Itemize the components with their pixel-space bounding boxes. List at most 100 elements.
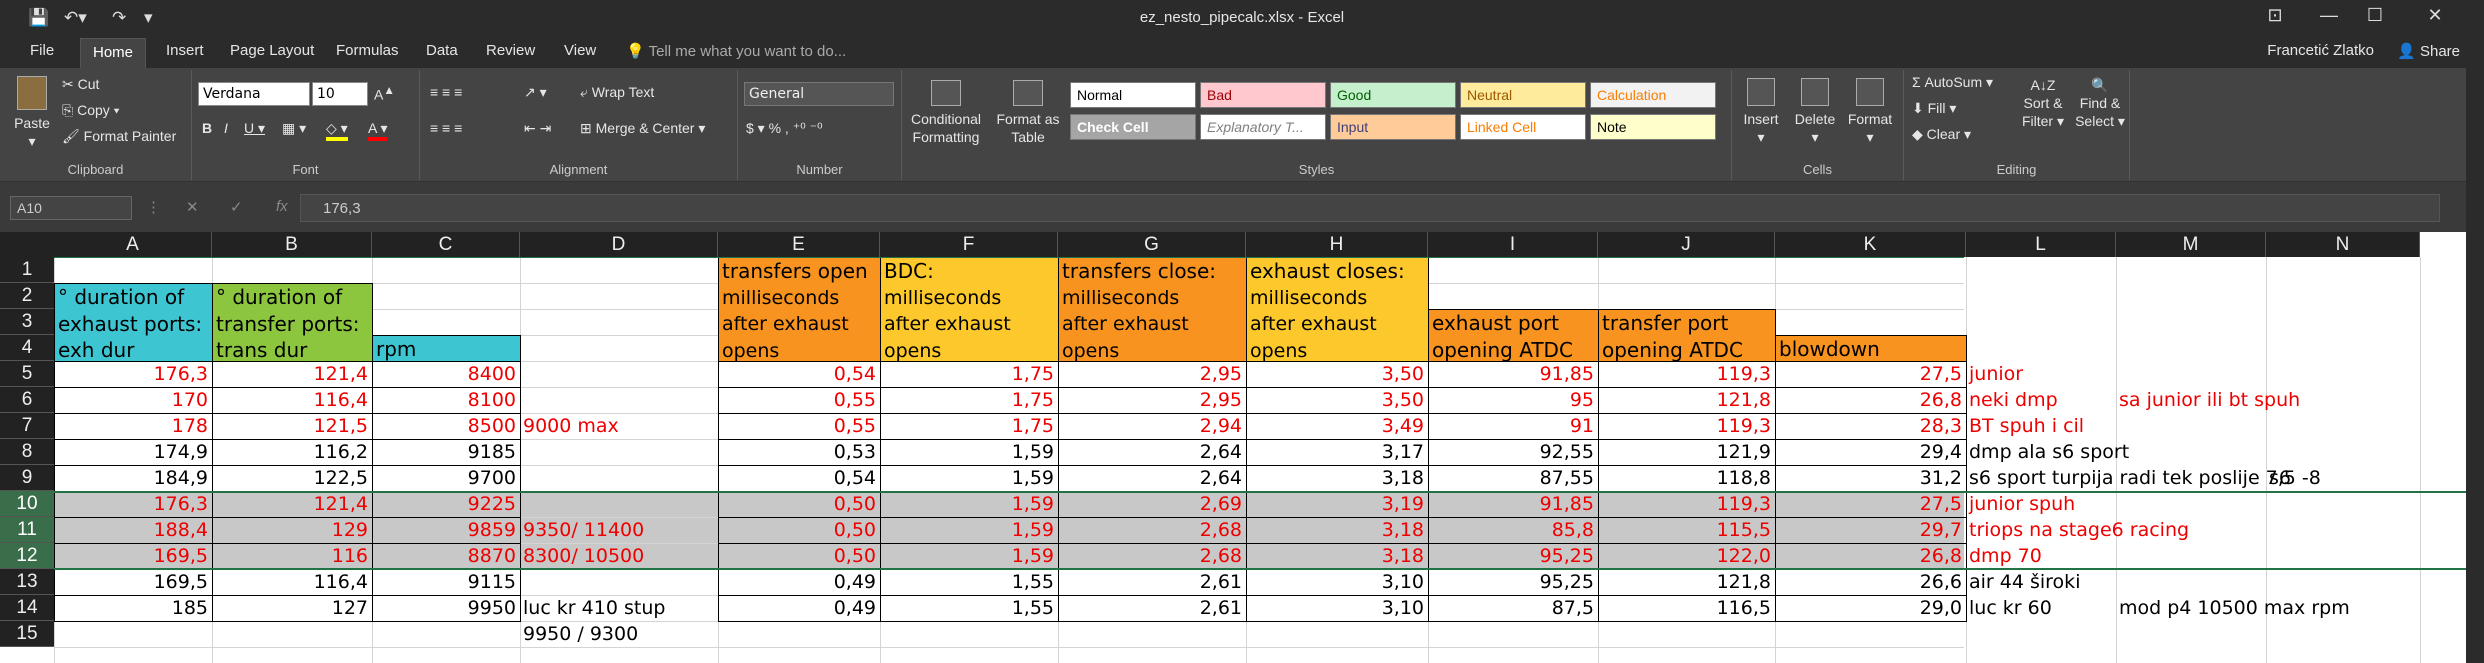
cell-m14[interactable]: mod p4 10500 max rpm <box>2119 595 2350 621</box>
row-header-11[interactable]: 11 <box>0 517 54 543</box>
cell-e5[interactable]: 0,54 <box>718 361 880 387</box>
tab-insert[interactable]: Insert <box>164 42 206 59</box>
cell-b5[interactable]: 121,4 <box>212 361 372 387</box>
cell-j7[interactable]: 119,3 <box>1598 413 1775 439</box>
cell-i8[interactable]: 92,55 <box>1428 439 1598 465</box>
cell-a9[interactable]: 184,9 <box>54 465 212 491</box>
style-input[interactable]: Input <box>1330 114 1456 140</box>
style-bad[interactable]: Bad <box>1200 82 1326 108</box>
cell-g5[interactable]: 2,95 <box>1058 361 1246 387</box>
column-header-g[interactable]: G <box>1058 232 1246 257</box>
column-header-a[interactable]: A <box>54 232 212 257</box>
fill-button[interactable]: ⬇ Fill ▾ <box>1912 100 1956 117</box>
cell-j6[interactable]: 121,8 <box>1598 387 1775 413</box>
column-header-m[interactable]: M <box>2116 232 2266 257</box>
style-check-cell[interactable]: Check Cell <box>1070 114 1196 140</box>
cell-c5[interactable]: 8400 <box>372 361 520 387</box>
formula-input[interactable]: 176,3 <box>300 194 2440 222</box>
cell-h7[interactable]: 3,49 <box>1246 413 1428 439</box>
style-linked-cell[interactable]: Linked Cell <box>1460 114 1586 140</box>
align-left-icon[interactable]: ≡ ≡ ≡ <box>430 120 462 136</box>
font-color-icon[interactable]: A ▾ <box>368 120 388 141</box>
font-size-combo[interactable]: 10 <box>312 82 368 106</box>
cell-g13[interactable]: 2,61 <box>1058 569 1246 595</box>
cancel-icon[interactable]: ✕ <box>186 198 199 216</box>
cell-h14[interactable]: 3,10 <box>1246 595 1428 621</box>
row-header-8[interactable]: 8 <box>0 439 54 465</box>
cell-l5[interactable]: junior <box>1969 361 2023 387</box>
cell-f6[interactable]: 1,75 <box>880 387 1058 413</box>
cell-k14[interactable]: 29,0 <box>1775 595 1966 621</box>
number-format-combo[interactable]: General <box>744 82 894 106</box>
name-box[interactable]: A10 <box>10 196 132 220</box>
find-select-button[interactable]: 🔍 Find & Select ▾ <box>2072 76 2128 130</box>
delete-cells-button[interactable]: Delete ▾ <box>1790 78 1840 146</box>
currency-icon[interactable]: $ ▾ % , ⁺⁰ ⁻⁰ <box>746 120 823 137</box>
cell-i5[interactable]: 91,85 <box>1428 361 1598 387</box>
maximize-icon[interactable]: ☐ <box>2352 5 2398 26</box>
cell-k5[interactable]: 27,5 <box>1775 361 1966 387</box>
cell-e13[interactable]: 0,49 <box>718 569 880 595</box>
cell-h13[interactable]: 3,10 <box>1246 569 1428 595</box>
cell-c14[interactable]: 9950 <box>372 595 520 621</box>
cell-d14[interactable]: luc kr 410 stup <box>523 595 665 621</box>
tab-data[interactable]: Data <box>424 42 460 59</box>
cut-button[interactable]: ✂ Cut <box>62 76 99 93</box>
column-header-c[interactable]: C <box>372 232 520 257</box>
minimize-icon[interactable]: — <box>2306 5 2352 26</box>
tell-me-search[interactable]: 💡 Tell me what you want to do... <box>626 42 846 60</box>
column-header-f[interactable]: F <box>880 232 1058 257</box>
cell-h6[interactable]: 3,50 <box>1246 387 1428 413</box>
cell-c9[interactable]: 9700 <box>372 465 520 491</box>
cell-b7[interactable]: 121,5 <box>212 413 372 439</box>
row-header-3[interactable]: 3 <box>0 309 54 335</box>
cell-h5[interactable]: 3,50 <box>1246 361 1428 387</box>
cell-e8[interactable]: 0,53 <box>718 439 880 465</box>
cell-e14[interactable]: 0,49 <box>718 595 880 621</box>
cell-j13[interactable]: 121,8 <box>1598 569 1775 595</box>
cell-d15[interactable]: 9950 / 9300 <box>523 621 638 647</box>
tab-view[interactable]: View <box>562 42 598 59</box>
cell-j8[interactable]: 121,9 <box>1598 439 1775 465</box>
row-header-9[interactable]: 9 <box>0 465 54 491</box>
column-header-i[interactable]: I <box>1428 232 1598 257</box>
row-header-12[interactable]: 12 <box>0 543 54 569</box>
conditional-formatting-button[interactable]: Conditional Formatting <box>906 80 986 146</box>
cell-e9[interactable]: 0,54 <box>718 465 880 491</box>
cell-f7[interactable]: 1,75 <box>880 413 1058 439</box>
tab-file[interactable]: File <box>28 42 56 59</box>
column-header-h[interactable]: H <box>1246 232 1428 257</box>
column-header-d[interactable]: D <box>520 232 718 257</box>
cell-b8[interactable]: 116,2 <box>212 439 372 465</box>
cell-g8[interactable]: 2,64 <box>1058 439 1246 465</box>
insert-cells-button[interactable]: Insert ▾ <box>1738 78 1784 146</box>
cell-j9[interactable]: 118,8 <box>1598 465 1775 491</box>
insert-function-icon[interactable]: fx <box>276 198 288 215</box>
cell-i9[interactable]: 87,55 <box>1428 465 1598 491</box>
style-normal[interactable]: Normal <box>1070 82 1196 108</box>
column-header-e[interactable]: E <box>718 232 880 257</box>
cell-b14[interactable]: 127 <box>212 595 372 621</box>
share-button[interactable]: 👤 Share <box>2397 42 2460 60</box>
user-name[interactable]: Francetić Zlatko <box>2267 42 2374 59</box>
cell-l14[interactable]: luc kr 60 <box>1969 595 2052 621</box>
font-name-combo[interactable]: Verdana <box>198 82 310 106</box>
cell-m6[interactable]: sa junior ili bt spuh <box>2119 387 2300 413</box>
style-note[interactable]: Note <box>1590 114 1716 140</box>
italic-button[interactable]: I <box>224 120 228 136</box>
tab-formulas[interactable]: Formulas <box>334 42 401 59</box>
cell-a13[interactable]: 169,5 <box>54 569 212 595</box>
wrap-text-button[interactable]: ⤶ Wrap Text <box>580 84 654 101</box>
tab-review[interactable]: Review <box>484 42 537 59</box>
cell-d7[interactable]: 9000 max <box>523 413 619 439</box>
cell-a5[interactable]: 176,3 <box>54 361 212 387</box>
cell-f5[interactable]: 1,75 <box>880 361 1058 387</box>
vertical-scrollbar[interactable] <box>2466 68 2484 663</box>
cell-c13[interactable]: 9115 <box>372 569 520 595</box>
autosum-button[interactable]: Σ AutoSum ▾ <box>1912 74 1993 91</box>
underline-button[interactable]: U ▾ <box>244 120 265 137</box>
cell-l6[interactable]: neki dmp <box>1969 387 2058 413</box>
row-header-14[interactable]: 14 <box>0 595 54 621</box>
column-header-j[interactable]: J <box>1598 232 1775 257</box>
column-header-n[interactable]: N <box>2266 232 2420 257</box>
